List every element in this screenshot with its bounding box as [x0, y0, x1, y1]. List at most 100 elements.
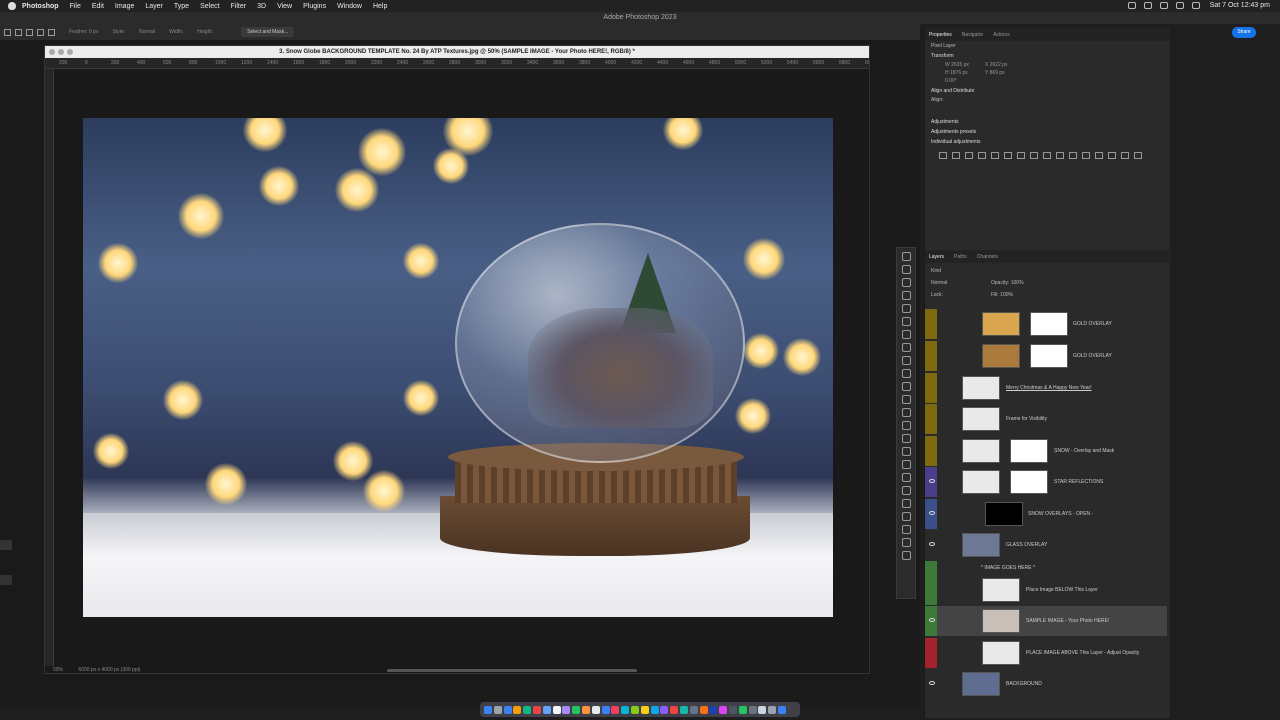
feather-field[interactable]: Feather: 0 px	[69, 29, 98, 35]
dock-app-icon[interactable]	[601, 705, 610, 714]
menu-image[interactable]: Image	[115, 3, 134, 10]
apple-icon[interactable]	[8, 2, 16, 10]
minimize-icon[interactable]	[58, 49, 64, 55]
dock-app-icon[interactable]	[699, 705, 708, 714]
home-icon[interactable]	[4, 28, 11, 36]
layer-row[interactable]: Frame for Visibility	[925, 404, 1167, 434]
eyedropper-icon[interactable]	[901, 330, 911, 339]
dock-app-icon[interactable]	[748, 705, 757, 714]
visibility-eye-icon[interactable]	[929, 479, 935, 483]
brightness-icon[interactable]	[939, 152, 947, 159]
menu-3d[interactable]: 3D	[257, 3, 266, 10]
tab-actions[interactable]: Actions	[993, 32, 1009, 38]
marquee-tool-icon[interactable]	[15, 28, 22, 36]
menu-plugins[interactable]: Plugins	[303, 3, 326, 10]
menu-filter[interactable]: Filter	[231, 3, 247, 10]
menu-edit[interactable]: Edit	[92, 3, 104, 10]
kind-filter[interactable]: Kind	[931, 268, 1024, 274]
tab-layers[interactable]: Layers	[929, 254, 944, 260]
marquee-tool-icon[interactable]	[901, 265, 911, 274]
dock-app-icon[interactable]	[679, 705, 688, 714]
healing-brush-icon[interactable]	[901, 343, 911, 352]
collapsed-panel-icon[interactable]	[0, 540, 12, 550]
control-center-icon[interactable]	[1191, 2, 1200, 9]
opacity-field[interactable]: Opacity: 100%	[991, 280, 1024, 286]
gradient-map-icon[interactable]	[1121, 152, 1129, 159]
dock-app-icon[interactable]	[542, 705, 551, 714]
layer-group-row[interactable]: SNOW OVERLAYS - OPEN -	[925, 499, 1167, 529]
dock-app-icon[interactable]	[621, 705, 630, 714]
subtract-selection-icon[interactable]	[48, 28, 55, 36]
levels-icon[interactable]	[952, 152, 960, 159]
layer-group-row[interactable]: * IMAGE GOES HERE *	[925, 561, 1167, 575]
dock-app-icon[interactable]	[503, 705, 512, 714]
layer-row[interactable]: Merry Christmas & A Happy New Year!	[925, 373, 1167, 403]
layer-row[interactable]: SNOW - Overlay and Mask	[925, 436, 1167, 466]
x-field[interactable]: X 2622 px	[985, 62, 1025, 68]
magic-wand-icon[interactable]	[901, 291, 911, 300]
menu-window[interactable]: Window	[337, 3, 362, 10]
color-balance-icon[interactable]	[1017, 152, 1025, 159]
layer-row-selected[interactable]: SAMPLE IMAGE - Your Photo HERE!	[925, 606, 1167, 636]
width-field[interactable]: Width:	[169, 29, 183, 35]
dock-app-icon[interactable]	[523, 705, 532, 714]
new-selection-icon[interactable]	[26, 28, 33, 36]
blur-tool-icon[interactable]	[901, 421, 911, 430]
history-brush-icon[interactable]	[901, 382, 911, 391]
canvas-image[interactable]	[83, 118, 833, 617]
dock-app-icon[interactable]	[572, 705, 581, 714]
move-tool-icon[interactable]	[901, 252, 911, 261]
vertical-ruler[interactable]	[45, 69, 54, 666]
hue-saturation-icon[interactable]	[1004, 152, 1012, 159]
battery-icon[interactable]	[1143, 2, 1152, 9]
dock-app-icon[interactable]	[630, 705, 639, 714]
dock-app-icon[interactable]	[484, 705, 492, 714]
menu-select[interactable]: Select	[200, 3, 219, 10]
visibility-eye-icon[interactable]	[929, 542, 935, 546]
pen-tool-icon[interactable]	[901, 447, 911, 456]
dock-app-icon[interactable]	[709, 705, 718, 714]
posterize-icon[interactable]	[1095, 152, 1103, 159]
dock-app-icon[interactable]	[728, 705, 737, 714]
y-field[interactable]: Y 869 px	[985, 70, 1025, 76]
brush-tool-icon[interactable]	[901, 356, 911, 365]
lasso-tool-icon[interactable]	[901, 278, 911, 287]
dock-app-icon[interactable]	[581, 705, 590, 714]
visibility-eye-icon[interactable]	[929, 618, 935, 622]
width-field[interactable]: W 2635 px	[945, 62, 985, 68]
transform-header[interactable]: Transform	[931, 53, 1164, 59]
menu-layer[interactable]: Layer	[145, 3, 163, 10]
path-selection-icon[interactable]	[901, 473, 911, 482]
select-and-mask-button[interactable]: Select and Mask...	[241, 27, 295, 37]
tab-properties[interactable]: Properties	[929, 32, 952, 38]
dock-app-icon[interactable]	[611, 705, 620, 714]
dock-app-icon[interactable]	[532, 705, 541, 714]
menu-view[interactable]: View	[277, 3, 292, 10]
share-button[interactable]: Share	[1232, 27, 1256, 38]
document-title-bar[interactable]: 3. Snow Globe BACKGROUND TEMPLATE No. 24…	[45, 46, 869, 58]
color-swatches-icon[interactable]	[901, 538, 911, 547]
dodge-tool-icon[interactable]	[901, 434, 911, 443]
style-select[interactable]: Normal	[139, 29, 155, 35]
crop-tool-icon[interactable]	[901, 304, 911, 313]
threshold-icon[interactable]	[1108, 152, 1116, 159]
menu-help[interactable]: Help	[373, 3, 387, 10]
dock-app-icon[interactable]	[493, 705, 502, 714]
dock-app-icon[interactable]	[552, 705, 561, 714]
dock-app-icon[interactable]	[777, 705, 786, 714]
horizontal-scrollbar[interactable]	[387, 669, 637, 672]
zoom-icon[interactable]	[67, 49, 73, 55]
add-selection-icon[interactable]	[37, 28, 44, 36]
tab-navigator[interactable]: Navigator	[962, 32, 983, 38]
selective-color-icon[interactable]	[1134, 152, 1142, 159]
dock-app-icon[interactable]	[640, 705, 649, 714]
exposure-icon[interactable]	[978, 152, 986, 159]
tab-paths[interactable]: Paths	[954, 254, 967, 260]
tab-channels[interactable]: Channels	[977, 254, 998, 260]
wifi-icon[interactable]	[1159, 2, 1168, 9]
menu-type[interactable]: Type	[174, 3, 189, 10]
layer-row[interactable]: GOLD OVERLAY	[925, 309, 1167, 339]
layer-row[interactable]: BACKGROUND	[925, 669, 1167, 699]
search-icon[interactable]	[1175, 2, 1184, 9]
angle-field[interactable]: 0.00°	[945, 78, 985, 84]
